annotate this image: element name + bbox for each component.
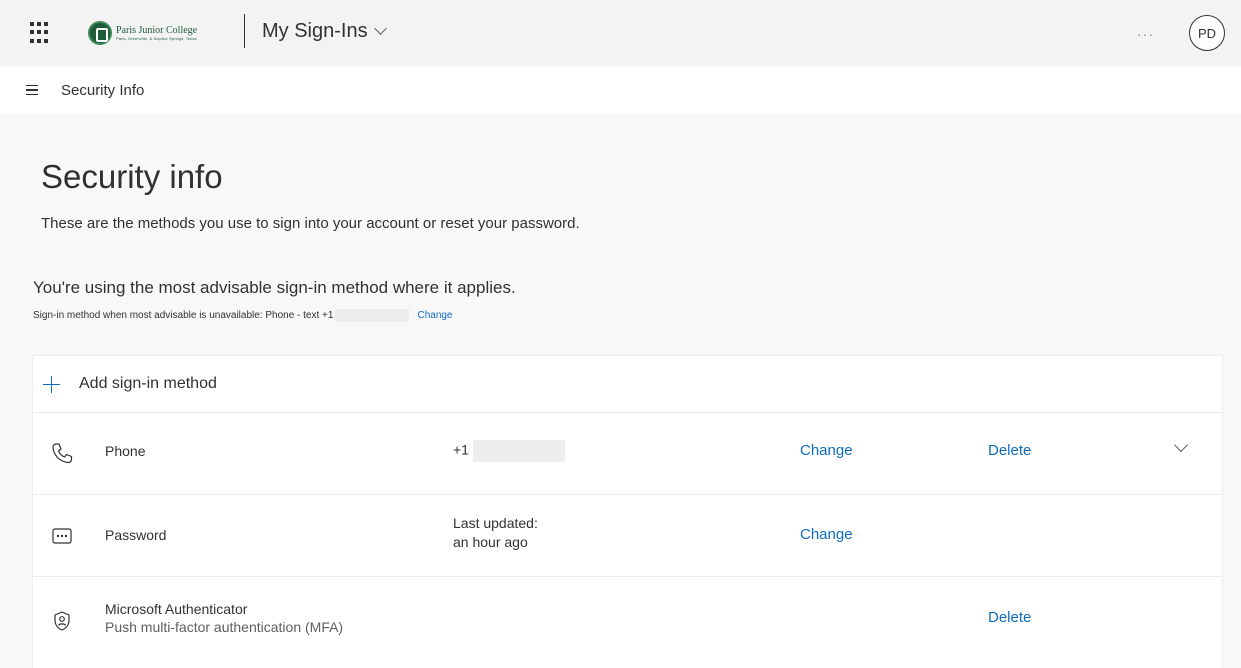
last-updated-value: an hour ago xyxy=(453,534,528,550)
app-title: My Sign-Ins xyxy=(262,20,368,42)
chevron-down-icon xyxy=(373,22,387,35)
redacted-phone-number xyxy=(335,309,410,322)
default-method-text: Sign-in method when most advisable is un… xyxy=(33,310,334,322)
chevron-down-icon[interactable] xyxy=(1173,437,1189,453)
hamburger-menu-icon[interactable] xyxy=(26,85,38,95)
nav-title: Security Info xyxy=(61,82,145,99)
logo-tagline: Paris, Greenville, & Sulphur Springs, Te… xyxy=(116,35,197,41)
authenticator-delete-link[interactable]: Delete xyxy=(988,609,1031,626)
authenticator-icon xyxy=(54,611,70,631)
app-title-dropdown[interactable]: My Sign-Ins xyxy=(262,20,387,43)
avatar[interactable]: PD xyxy=(1189,15,1225,51)
college-seal-icon xyxy=(88,21,112,45)
phone-change-link[interactable]: Change xyxy=(800,442,853,459)
main-content: Security info These are the methods you … xyxy=(0,114,1241,668)
authenticator-name: Microsoft Authenticator xyxy=(105,601,248,617)
method-row-phone: Phone +1 Change Delete xyxy=(33,413,1222,495)
plus-icon xyxy=(43,376,60,393)
change-default-method-link[interactable]: Change xyxy=(417,310,452,321)
last-updated-label: Last updated: xyxy=(453,515,538,531)
redacted-phone-number xyxy=(472,440,565,462)
phone-icon xyxy=(52,443,73,464)
method-row-authenticator: Microsoft Authenticator Push multi-facto… xyxy=(33,577,1222,659)
sign-in-methods-card: Add sign-in method Phone +1 Change Delet… xyxy=(33,356,1222,668)
header-divider xyxy=(244,14,245,48)
advisory-message: You're using the most advisable sign-in … xyxy=(33,278,516,297)
method-name: Microsoft Authenticator Push multi-facto… xyxy=(105,601,343,635)
logo-name: Paris Junior College xyxy=(116,24,198,36)
method-detail: Last updated: an hour ago xyxy=(453,514,538,552)
nav-bar: Security Info xyxy=(0,66,1241,114)
phone-delete-link[interactable]: Delete xyxy=(988,442,1031,459)
page-title: Security info xyxy=(41,158,223,195)
phone-country-code: +1 xyxy=(453,441,469,458)
top-header: Paris Junior College Paris, Greenville, … xyxy=(0,0,1241,66)
page-description: These are the methods you use to sign in… xyxy=(41,215,580,232)
authenticator-subtitle: Push multi-factor authentication (MFA) xyxy=(105,619,344,635)
add-sign-in-method-button[interactable]: Add sign-in method xyxy=(33,356,1222,413)
password-change-link[interactable]: Change xyxy=(800,526,853,543)
password-icon xyxy=(52,528,72,544)
college-logo[interactable]: Paris Junior College Paris, Greenville, … xyxy=(88,18,197,48)
method-detail: +1 xyxy=(453,440,565,462)
more-options-button[interactable]: ··· xyxy=(1137,26,1154,42)
method-row-password: Password Last updated: an hour ago Chang… xyxy=(33,495,1222,577)
add-sign-in-method-label: Add sign-in method xyxy=(79,375,217,392)
method-name: Password xyxy=(105,527,167,543)
app-launcher-icon[interactable] xyxy=(30,22,52,44)
default-method-line: Sign-in method when most advisable is un… xyxy=(33,309,453,322)
method-name: Phone xyxy=(105,443,146,459)
